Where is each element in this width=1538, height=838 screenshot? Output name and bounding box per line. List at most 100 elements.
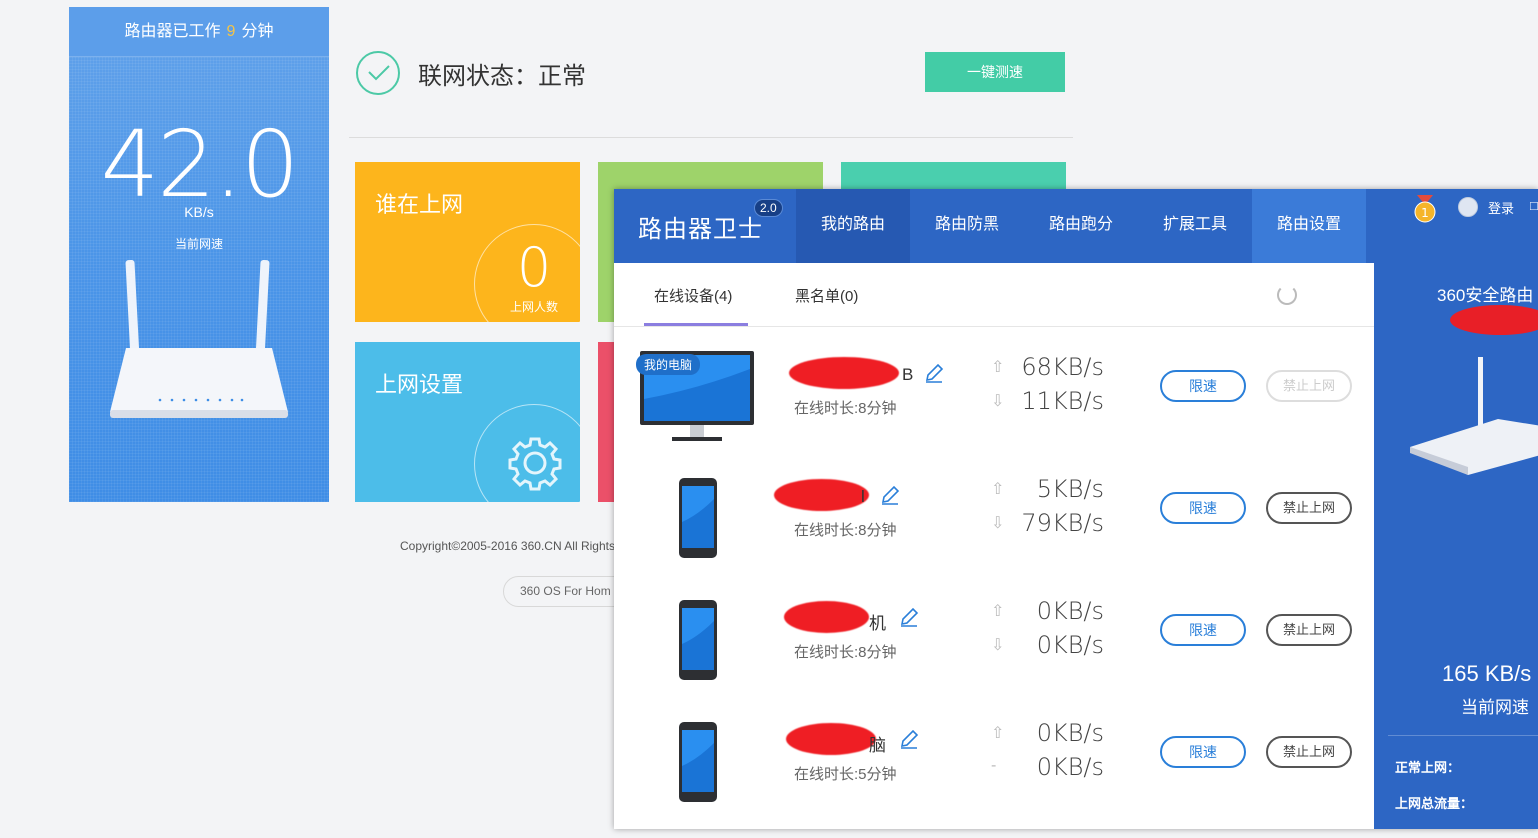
tile-net-title: 上网设置 — [375, 372, 464, 397]
side-divider — [1388, 735, 1538, 736]
limit-speed-button[interactable]: 限速 — [1160, 492, 1246, 524]
online-duration: 在线时长:8分钟 — [794, 522, 897, 539]
window-menu-icon[interactable]: □ — [1530, 198, 1538, 213]
app-version-badge: 2.0 — [754, 199, 783, 217]
limit-speed-button[interactable]: 限速 — [1160, 614, 1246, 646]
upload-speed: 5KB/s — [1036, 475, 1104, 503]
side-current-speed: 165 KB/s — [1442, 661, 1532, 686]
speed-history-bars — [1398, 499, 1538, 641]
edit-icon[interactable] — [924, 363, 944, 383]
device-row: 我的电脑 B 在线时长:8分钟 ⇧ ⇩ 68KB/s 11KB/s 限速 禁止上… — [614, 327, 1374, 449]
refresh-icon[interactable] — [1277, 285, 1297, 305]
redacted-name — [789, 357, 899, 389]
block-internet-button[interactable]: 禁止上网 — [1266, 492, 1352, 524]
online-duration: 在线时长:8分钟 — [794, 644, 897, 661]
nav-anti-hack[interactable]: 路由防黑 — [910, 189, 1024, 263]
phone-icon — [679, 600, 717, 680]
stat-normal-online: 正常上网： — [1395, 760, 1461, 775]
check-icon — [356, 51, 400, 95]
download-speed: 0KB/s — [1036, 753, 1104, 781]
redacted-version — [1450, 305, 1538, 335]
divider — [349, 137, 1073, 138]
download-arrow-icon: ⇩ — [991, 393, 1005, 410]
block-internet-button[interactable]: 禁止上网 — [1266, 370, 1352, 402]
medal-icon[interactable]: 1 — [1413, 195, 1437, 225]
phone-icon — [679, 722, 717, 802]
uptime-header: 路由器已工作 9 分钟 — [69, 7, 329, 57]
tile-who-online[interactable]: 谁在上网 0 上网人数 — [355, 162, 580, 322]
app-brand: 路由器卫士 — [638, 216, 763, 243]
download-arrow-icon: ⇩ — [991, 637, 1005, 654]
download-speed: 79KB/s — [1021, 509, 1104, 537]
nav-tools[interactable]: 扩展工具 — [1138, 189, 1252, 263]
device-tabs: 在线设备(4) 黑名单(0) — [614, 263, 1374, 327]
router-model-title: 360安全路由 — [1437, 286, 1534, 305]
side-speed-label: 当前网速 — [1461, 698, 1529, 717]
redacted-name — [784, 601, 869, 633]
limit-speed-button[interactable]: 限速 — [1160, 736, 1246, 768]
status-text: 联网状态：正常 — [418, 62, 586, 90]
device-row: 脑 在线时长:5分钟 ⇧ - 0KB/s 0KB/s 限速 禁止上网 — [614, 693, 1374, 815]
uptime-prefix: 路由器已工作 — [124, 23, 221, 40]
device-name-tail: 机 — [869, 614, 886, 633]
login-link[interactable]: 登录 — [1488, 198, 1514, 217]
edit-icon[interactable] — [899, 607, 919, 627]
download-speed: 0KB/s — [1036, 631, 1104, 659]
device-row: 机 在线时长:8分钟 ⇧ ⇩ 0KB/s 0KB/s 限速 禁止上网 — [614, 571, 1374, 693]
current-speed-value: 42.0 — [100, 111, 300, 218]
block-internet-button[interactable]: 禁止上网 — [1266, 614, 1352, 646]
current-speed-unit: KB/s — [184, 204, 214, 220]
limit-speed-button[interactable]: 限速 — [1160, 370, 1246, 402]
phone-icon — [679, 478, 717, 558]
redacted-name — [774, 479, 869, 511]
speed-card: 路由器已工作 9 分钟 42.0 KB/s 当前网速 — [69, 7, 329, 502]
tile-internet-settings[interactable]: 上网设置 — [355, 342, 580, 502]
device-name-tail: l — [861, 487, 865, 506]
copyright: Copyright©2005-2016 360.CN All Rights — [400, 539, 615, 553]
tab-online-devices[interactable]: 在线设备(4) — [654, 285, 732, 306]
uptime-value: 9 — [226, 23, 236, 40]
tile-who-title: 谁在上网 — [375, 192, 464, 217]
svg-text:1: 1 — [1421, 206, 1429, 220]
upload-speed: 68KB/s — [1021, 353, 1104, 381]
tab-active-indicator — [644, 323, 748, 326]
main-nav: 我的路由 路由防黑 路由跑分 扩展工具 路由设置 — [796, 189, 1366, 263]
upload-speed: 0KB/s — [1036, 719, 1104, 747]
router-illustration — [110, 260, 288, 418]
upload-arrow-icon: ⇧ — [991, 359, 1005, 376]
upload-arrow-icon: ⇧ — [991, 725, 1005, 742]
nav-router-settings[interactable]: 路由设置 — [1252, 189, 1366, 263]
app-header: 路由器卫士 2.0 我的路由 路由防黑 路由跑分 扩展工具 路由设置 1 登录 … — [614, 189, 1538, 263]
block-internet-button[interactable]: 禁止上网 — [1266, 736, 1352, 768]
online-count: 0 — [516, 236, 552, 299]
uptime-suffix: 分钟 — [241, 23, 274, 40]
gear-icon — [474, 404, 580, 502]
nav-benchmark[interactable]: 路由跑分 — [1024, 189, 1138, 263]
network-status: 联网状态：正常 — [356, 51, 586, 95]
download-arrow-icon: - — [991, 757, 997, 774]
upload-speed: 0KB/s — [1036, 597, 1104, 625]
user-avatar[interactable] — [1458, 197, 1478, 217]
side-router-illustration — [1410, 357, 1538, 475]
my-pc-tag: 我的电脑 — [636, 354, 701, 375]
upload-arrow-icon: ⇧ — [991, 603, 1005, 620]
current-speed-label: 当前网速 — [174, 237, 223, 251]
redacted-name — [786, 723, 876, 755]
device-name-tail: 脑 — [869, 736, 886, 755]
edit-icon[interactable] — [880, 485, 900, 505]
stat-total-traffic: 上网总流量： — [1395, 796, 1474, 811]
router-side-panel: 360安全路由 165 KB/s 当前网速 正常上网： 上网总流量： — [1374, 263, 1538, 829]
download-speed: 11KB/s — [1021, 387, 1104, 415]
router-guard-window: 路由器卫士 2.0 我的路由 路由防黑 路由跑分 扩展工具 路由设置 1 登录 … — [614, 189, 1538, 829]
edit-icon[interactable] — [899, 729, 919, 749]
online-duration: 在线时长:5分钟 — [794, 766, 897, 783]
speedtest-button[interactable]: 一键测速 — [925, 52, 1065, 92]
tab-blacklist[interactable]: 黑名单(0) — [795, 285, 858, 306]
nav-my-router[interactable]: 我的路由 — [796, 189, 910, 263]
online-duration: 在线时长:8分钟 — [794, 400, 897, 417]
online-count-label: 上网人数 — [509, 300, 558, 314]
device-name-tail: B — [902, 365, 914, 384]
device-row: l 在线时长:8分钟 ⇧ ⇩ 5KB/s 79KB/s 限速 禁止上网 — [614, 449, 1374, 571]
upload-arrow-icon: ⇧ — [991, 481, 1005, 498]
download-arrow-icon: ⇩ — [991, 515, 1005, 532]
